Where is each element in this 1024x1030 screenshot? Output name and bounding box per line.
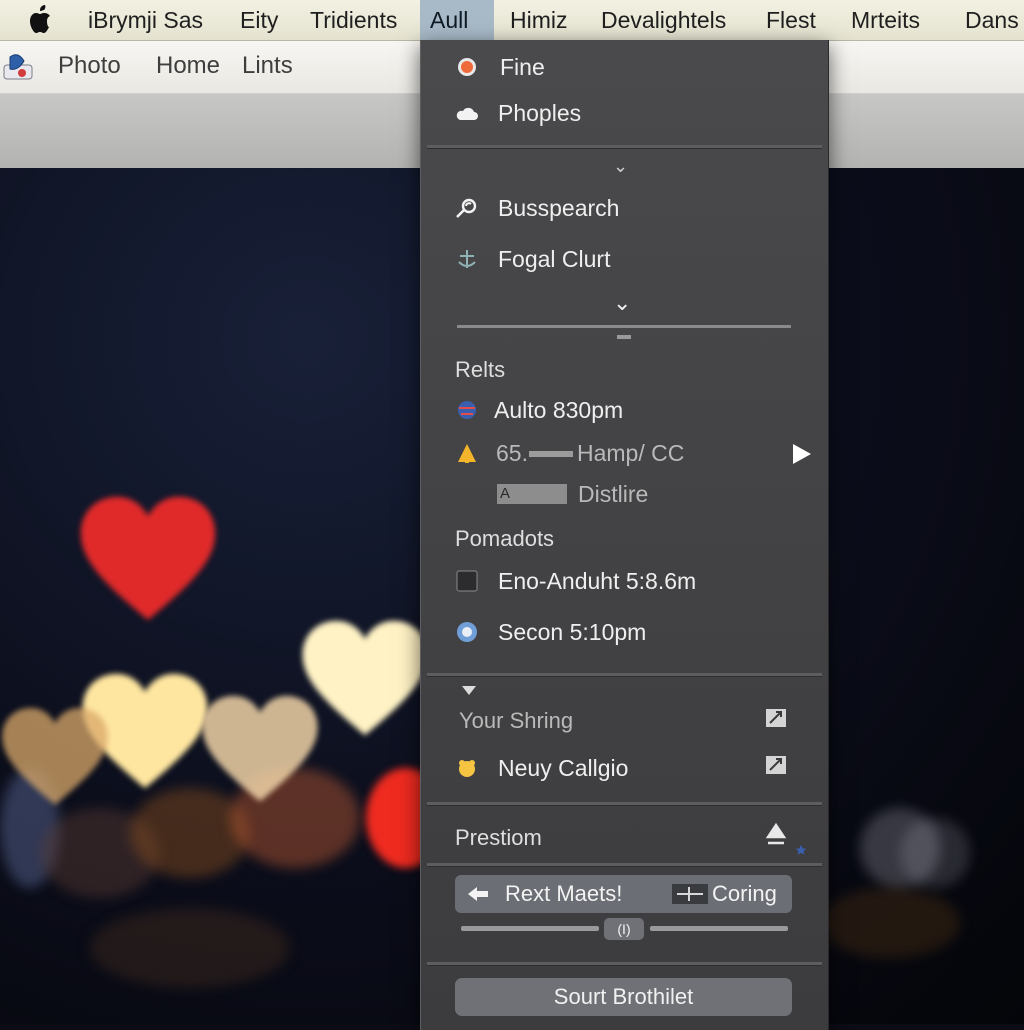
section-header-relts: Relts	[455, 357, 506, 382]
menu-item-eity[interactable]: Eity	[230, 0, 288, 40]
menu-item-label: Hamp/ CC	[577, 440, 685, 466]
toolbar-lints[interactable]: Lints	[242, 52, 293, 80]
disclosure-triangle-icon[interactable]	[461, 685, 477, 697]
slider-thumb[interactable]: (I)	[604, 918, 644, 940]
menu-item-brymji[interactable]: iBrymji Sas	[78, 0, 213, 40]
round-badge-icon	[457, 622, 477, 642]
play-triangle-icon[interactable]	[791, 442, 813, 466]
rext-label: Rext Maets!	[505, 881, 623, 906]
aull-dropdown-menu: Fine Phoples ⌄ Busspearch Fogal Clurt ⌄ …	[420, 40, 829, 1030]
slider-track-left	[461, 926, 599, 931]
sliders-icon[interactable]	[671, 883, 709, 905]
menu-item-label: Fogal Clurt	[498, 246, 611, 272]
menu-item-tridients[interactable]: Tridients	[300, 0, 407, 40]
menu-item-label: Distlire	[578, 481, 649, 507]
apple-logo-icon	[30, 5, 50, 33]
menu-separator	[427, 802, 822, 806]
cream-heart-light	[202, 695, 318, 802]
section-header-your-shring: Your Shring	[459, 708, 574, 733]
menu-item-label: Eno-Anduht 5:8.6m	[498, 568, 697, 594]
menu-item-himiz[interactable]: Himiz	[500, 0, 578, 40]
crown-icon	[459, 760, 475, 777]
app-logo-icon[interactable]	[2, 51, 34, 83]
sourt-brothilet-button[interactable]: Sourt Brothilet	[455, 978, 792, 1016]
toolbar-photo[interactable]: Photo	[58, 52, 121, 80]
globe-icon	[458, 401, 476, 419]
redacted-text	[529, 451, 573, 457]
share-icon[interactable]	[765, 755, 787, 775]
menu-item-devalightels[interactable]: Devalightels	[591, 0, 736, 40]
menu-item-label: Phoples	[498, 100, 582, 126]
menu-divider	[457, 325, 791, 328]
cloud-icon	[456, 107, 478, 120]
chevron-down-icon[interactable]: ⌄	[613, 156, 628, 177]
back-arrow-icon[interactable]	[467, 885, 489, 903]
apple-menu[interactable]	[26, 4, 60, 36]
menu-item-hamp-cc[interactable]: 65. Hamp/ CC	[455, 433, 815, 473]
red-heart-light	[80, 496, 216, 620]
slider-track-right	[650, 926, 788, 931]
bell-icon	[458, 444, 476, 463]
search-swirl-icon	[456, 198, 477, 218]
toolbar-home[interactable]: Home	[156, 52, 220, 80]
menu-item-label: Busspearch	[498, 195, 620, 221]
placeholder-box-icon: A	[497, 484, 567, 504]
amber-heart-light	[2, 707, 108, 805]
menu-bar: iBrymji Sas Eity Tridients Aull Himiz De…	[0, 0, 1024, 41]
menu-item-value: 65.	[496, 440, 528, 466]
section-header-pomadots: Pomadots	[455, 526, 555, 551]
level-slider[interactable]: (I)	[461, 918, 791, 942]
menu-item-mrteits[interactable]: Mrteits	[841, 0, 930, 40]
upload-star-icon[interactable]	[765, 823, 809, 857]
menu-separator	[427, 673, 822, 677]
orange-badge-icon	[458, 58, 476, 76]
menu-separator	[427, 863, 822, 867]
menu-item-flest[interactable]: Flest	[756, 0, 826, 40]
rext-coring-row[interactable]: Rext Maets! Coring	[455, 875, 792, 913]
menu-item-dans[interactable]: Dans	[955, 0, 1024, 40]
menu-item-label: Aulto 830pm	[494, 397, 624, 423]
square-icon	[456, 570, 478, 592]
section-header-prestiom: Prestiom	[455, 825, 542, 850]
menu-item-label: Neuy Callgio	[498, 755, 629, 781]
chevron-down-icon[interactable]: ⌄	[613, 290, 631, 316]
share-icon[interactable]	[765, 708, 787, 728]
menu-item-label: Secon 5:10pm	[498, 619, 647, 645]
menu-separator	[427, 145, 822, 149]
menu-item-aull[interactable]: Aull	[420, 0, 494, 40]
coring-label: Coring	[712, 881, 777, 906]
menu-separator	[427, 962, 822, 966]
drag-handle[interactable]	[617, 335, 631, 339]
menu-item-label: Fine	[500, 54, 545, 80]
anchor-icon	[458, 250, 476, 268]
